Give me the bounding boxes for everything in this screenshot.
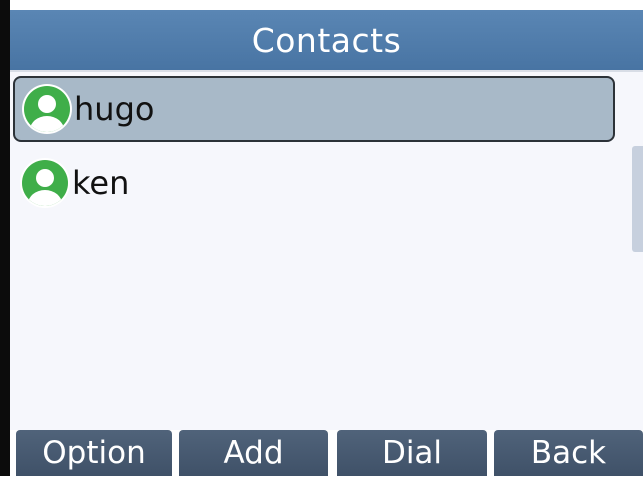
page-title: Contacts <box>251 20 402 60</box>
add-button[interactable]: Add <box>179 430 328 476</box>
screen-bottom-edge <box>0 476 643 483</box>
scrollbar-thumb[interactable] <box>632 146 643 252</box>
contact-item-hugo[interactable]: hugo <box>13 76 615 142</box>
contact-item-ken[interactable]: ken <box>13 150 615 216</box>
dial-button[interactable]: Dial <box>337 430 487 476</box>
back-button[interactable]: Back <box>494 430 643 476</box>
option-button[interactable]: Option <box>16 430 172 476</box>
title-bar: Contacts <box>10 10 643 72</box>
contact-avatar-icon <box>19 82 74 137</box>
screen-bezel <box>0 0 10 483</box>
softkey-bar: Option Add Dial Back <box>10 430 643 476</box>
phone-screen: Contacts hugo ken Option Add Dial Back <box>0 0 643 483</box>
contact-name: hugo <box>74 90 155 128</box>
contact-avatar-icon <box>17 156 72 211</box>
contact-name: ken <box>72 164 130 202</box>
